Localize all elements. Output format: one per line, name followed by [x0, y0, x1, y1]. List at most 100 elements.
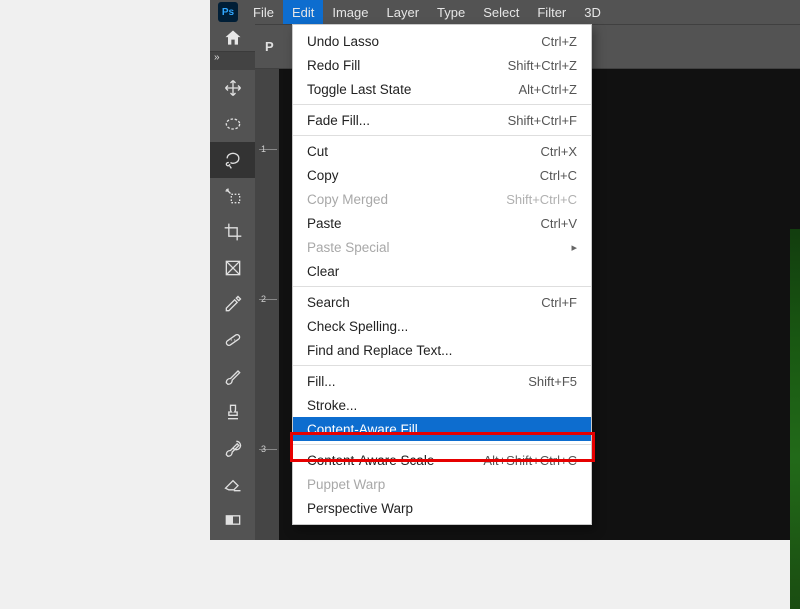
menu-item-shortcut: Ctrl+C	[540, 168, 577, 183]
crop-tool[interactable]	[210, 214, 255, 250]
menu-item-cut[interactable]: CutCtrl+X	[293, 139, 591, 163]
menu-item-label: Toggle Last State	[307, 82, 518, 97]
menu-item-label: Paste Special	[307, 240, 565, 255]
menu-item-shortcut: Alt+Shift+Ctrl+C	[483, 453, 577, 468]
history-brush-tool[interactable]	[210, 430, 255, 466]
menu-filter[interactable]: Filter	[528, 0, 575, 24]
menu-item-content-aware-fill[interactable]: Content-Aware Fill...	[293, 417, 591, 441]
menu-item-stroke[interactable]: Stroke...	[293, 393, 591, 417]
eraser-tool-icon	[223, 474, 243, 494]
marquee-tool-icon	[223, 114, 243, 134]
quick-select-tool-icon	[223, 186, 243, 206]
menu-separator	[293, 104, 591, 105]
menubar: Ps FileEditImageLayerTypeSelectFilter3D	[210, 0, 800, 24]
brush-tool[interactable]	[210, 358, 255, 394]
menu-item-label: Stroke...	[307, 398, 577, 413]
move-tool-icon	[223, 78, 243, 98]
menu-item-shortcut: Shift+Ctrl+C	[506, 192, 577, 207]
menu-item-shortcut: Shift+F5	[528, 374, 577, 389]
menu-item-find-and-replace-text[interactable]: Find and Replace Text...	[293, 338, 591, 362]
ruler-tick: 1	[261, 144, 266, 154]
menu-item-label: Check Spelling...	[307, 319, 577, 334]
left-column: »	[210, 24, 255, 540]
menu-item-label: Undo Lasso	[307, 34, 541, 49]
home-icon	[223, 28, 243, 48]
menu-item-check-spelling[interactable]: Check Spelling...	[293, 314, 591, 338]
menu-item-toggle-last-state[interactable]: Toggle Last StateAlt+Ctrl+Z	[293, 77, 591, 101]
menu-item-label: Content-Aware Fill...	[307, 422, 577, 437]
eyedropper-tool-icon	[223, 294, 243, 314]
lasso-tool-icon	[223, 150, 243, 170]
ruler-tick: 3	[261, 444, 266, 454]
marquee-tool[interactable]	[210, 106, 255, 142]
menu-item-label: Paste	[307, 216, 541, 231]
menu-item-puppet-warp: Puppet Warp	[293, 472, 591, 496]
menu-select[interactable]: Select	[474, 0, 528, 24]
options-label: P	[265, 39, 274, 54]
gradient-tool[interactable]	[210, 502, 255, 538]
menu-item-redo-fill[interactable]: Redo FillShift+Ctrl+Z	[293, 53, 591, 77]
menu-item-fade-fill[interactable]: Fade Fill...Shift+Ctrl+F	[293, 108, 591, 132]
frame-tool-icon	[223, 258, 243, 278]
collapse-toggle[interactable]: »	[210, 52, 255, 70]
menu-type[interactable]: Type	[428, 0, 474, 24]
clone-stamp-tool-icon	[223, 402, 243, 422]
menu-item-copy[interactable]: CopyCtrl+C	[293, 163, 591, 187]
menu-item-perspective-warp[interactable]: Perspective Warp	[293, 496, 591, 520]
gradient-tool-icon	[223, 510, 243, 530]
menu-separator	[293, 135, 591, 136]
menu-item-paste[interactable]: PasteCtrl+V	[293, 211, 591, 235]
menu-edit[interactable]: Edit	[283, 0, 323, 24]
home-button[interactable]	[210, 24, 255, 52]
menu-item-content-aware-scale[interactable]: Content-Aware ScaleAlt+Shift+Ctrl+C	[293, 448, 591, 472]
brush-tool-icon	[223, 366, 243, 386]
menu-item-label: Find and Replace Text...	[307, 343, 577, 358]
menu-item-shortcut: Shift+Ctrl+Z	[508, 58, 577, 73]
history-brush-tool-icon	[223, 438, 243, 458]
menu-item-shortcut: Ctrl+Z	[541, 34, 577, 49]
menu-item-clear[interactable]: Clear	[293, 259, 591, 283]
menu-item-paste-special: Paste Special ▸	[293, 235, 591, 259]
menu-item-undo-lasso[interactable]: Undo LassoCtrl+Z	[293, 29, 591, 53]
image-content	[790, 229, 800, 609]
menu-item-fill[interactable]: Fill...Shift+F5	[293, 369, 591, 393]
menu-item-label: Copy Merged	[307, 192, 506, 207]
ruler-tick: 2	[261, 294, 266, 304]
menu-separator	[293, 444, 591, 445]
menu-item-label: Redo Fill	[307, 58, 508, 73]
edit-menu-dropdown: Undo LassoCtrl+ZRedo FillShift+Ctrl+ZTog…	[292, 24, 592, 525]
menu-separator	[293, 365, 591, 366]
frame-tool[interactable]	[210, 250, 255, 286]
clone-stamp-tool[interactable]	[210, 394, 255, 430]
eyedropper-tool[interactable]	[210, 286, 255, 322]
menu-image[interactable]: Image	[323, 0, 377, 24]
tool-strip	[210, 70, 255, 538]
menu-item-copy-merged: Copy MergedShift+Ctrl+C	[293, 187, 591, 211]
app-logo-icon: Ps	[218, 2, 238, 22]
quick-select-tool[interactable]	[210, 178, 255, 214]
lasso-tool[interactable]	[210, 142, 255, 178]
menu-item-label: Puppet Warp	[307, 477, 577, 492]
submenu-arrow-icon: ▸	[571, 241, 577, 254]
menu-item-label: Search	[307, 295, 541, 310]
menu-item-label: Perspective Warp	[307, 501, 577, 516]
menu-item-label: Content-Aware Scale	[307, 453, 483, 468]
move-tool[interactable]	[210, 70, 255, 106]
menu-item-label: Clear	[307, 264, 577, 279]
menu-item-label: Fill...	[307, 374, 528, 389]
menu-item-shortcut: Ctrl+V	[541, 216, 577, 231]
menu-item-label: Cut	[307, 144, 541, 159]
menu-3d[interactable]: 3D	[575, 0, 610, 24]
healing-brush-tool[interactable]	[210, 322, 255, 358]
menu-item-label: Copy	[307, 168, 540, 183]
eraser-tool[interactable]	[210, 466, 255, 502]
menu-item-search[interactable]: SearchCtrl+F	[293, 290, 591, 314]
menu-file[interactable]: File	[244, 0, 283, 24]
menu-item-shortcut: Ctrl+F	[541, 295, 577, 310]
menu-item-label: Fade Fill...	[307, 113, 508, 128]
menu-separator	[293, 286, 591, 287]
crop-tool-icon	[223, 222, 243, 242]
menu-layer[interactable]: Layer	[378, 0, 429, 24]
healing-brush-tool-icon	[223, 330, 243, 350]
menu-item-shortcut: Alt+Ctrl+Z	[518, 82, 577, 97]
